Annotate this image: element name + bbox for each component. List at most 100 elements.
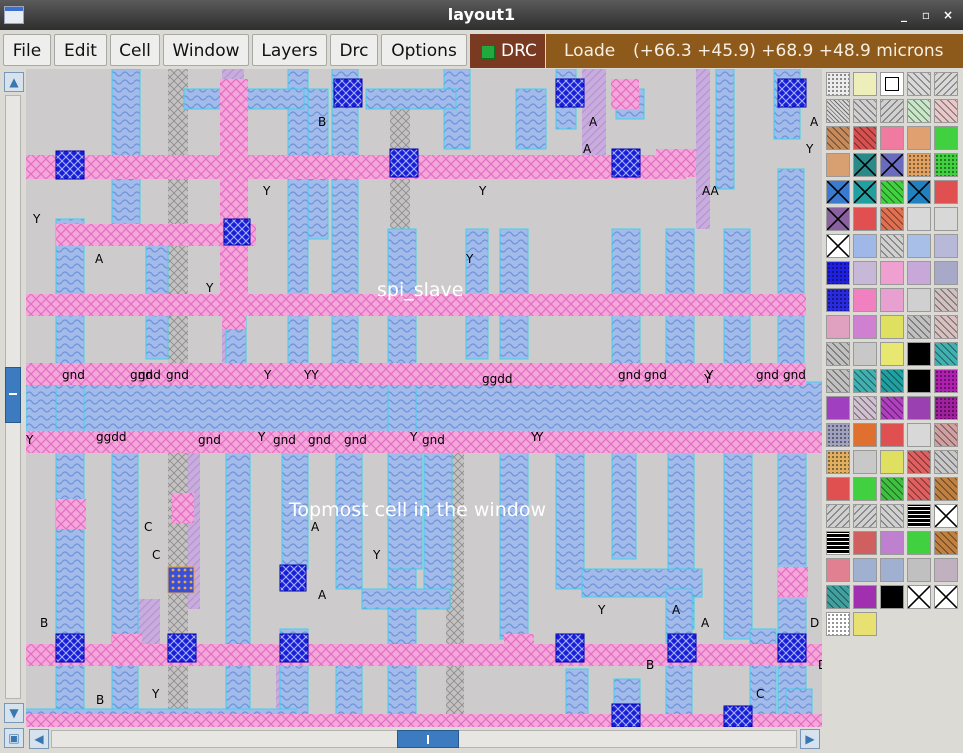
right-arrow-icon[interactable]: ▶ bbox=[800, 729, 820, 749]
layer-swatch[interactable] bbox=[826, 180, 850, 204]
layer-swatch[interactable] bbox=[934, 153, 958, 177]
layer-swatch[interactable] bbox=[880, 72, 904, 96]
layer-swatch[interactable] bbox=[880, 126, 904, 150]
layer-swatch[interactable] bbox=[907, 153, 931, 177]
layer-swatch[interactable] bbox=[934, 423, 958, 447]
layer-swatch[interactable] bbox=[907, 288, 931, 312]
layer-swatch[interactable] bbox=[934, 72, 958, 96]
layer-swatch[interactable] bbox=[880, 315, 904, 339]
layer-swatch[interactable] bbox=[853, 72, 877, 96]
layer-swatch[interactable] bbox=[934, 342, 958, 366]
layer-swatch[interactable] bbox=[907, 99, 931, 123]
layer-swatch[interactable] bbox=[934, 585, 958, 609]
layer-swatch[interactable] bbox=[826, 369, 850, 393]
layer-swatch[interactable] bbox=[880, 369, 904, 393]
layer-swatch[interactable] bbox=[880, 153, 904, 177]
menu-layers[interactable]: Layers bbox=[252, 34, 327, 66]
layer-swatch[interactable] bbox=[853, 612, 877, 636]
layer-swatch[interactable] bbox=[826, 99, 850, 123]
horizontal-scrollbar[interactable]: ◀ ▶ bbox=[26, 727, 822, 753]
layer-swatch[interactable] bbox=[853, 153, 877, 177]
layer-swatch[interactable] bbox=[826, 585, 850, 609]
down-arrow-icon[interactable]: ▼ bbox=[4, 703, 24, 723]
layer-swatch[interactable] bbox=[907, 531, 931, 555]
layer-swatch[interactable] bbox=[907, 450, 931, 474]
layer-swatch[interactable] bbox=[934, 207, 958, 231]
layer-swatch[interactable] bbox=[880, 558, 904, 582]
layer-swatch[interactable] bbox=[907, 396, 931, 420]
menu-window[interactable]: Window bbox=[163, 34, 249, 66]
layer-swatch[interactable] bbox=[907, 369, 931, 393]
drc-indicator[interactable]: DRC bbox=[470, 34, 545, 68]
layer-swatch[interactable] bbox=[934, 315, 958, 339]
layer-swatch[interactable] bbox=[934, 369, 958, 393]
menu-options[interactable]: Options bbox=[381, 34, 467, 66]
close-button[interactable]: × bbox=[939, 6, 957, 24]
layer-swatch[interactable] bbox=[880, 288, 904, 312]
layer-swatch[interactable] bbox=[826, 612, 850, 636]
layer-swatch[interactable] bbox=[853, 369, 877, 393]
layer-swatch[interactable] bbox=[826, 423, 850, 447]
layer-swatch[interactable] bbox=[907, 558, 931, 582]
layer-swatch[interactable] bbox=[880, 585, 904, 609]
layer-swatch[interactable] bbox=[853, 450, 877, 474]
layer-swatch[interactable] bbox=[907, 126, 931, 150]
layer-swatch[interactable] bbox=[934, 558, 958, 582]
layer-swatch[interactable] bbox=[853, 423, 877, 447]
layer-swatch[interactable] bbox=[826, 72, 850, 96]
layer-swatch[interactable] bbox=[826, 342, 850, 366]
layer-swatch[interactable] bbox=[853, 558, 877, 582]
layer-swatch[interactable] bbox=[880, 180, 904, 204]
layer-swatch[interactable] bbox=[826, 315, 850, 339]
layer-swatch[interactable] bbox=[853, 261, 877, 285]
layer-swatch[interactable] bbox=[880, 207, 904, 231]
layer-swatch[interactable] bbox=[880, 342, 904, 366]
layer-swatch[interactable] bbox=[907, 207, 931, 231]
layer-swatch[interactable] bbox=[853, 342, 877, 366]
menu-file[interactable]: File bbox=[3, 34, 51, 66]
layer-swatch[interactable] bbox=[934, 477, 958, 501]
layer-swatch[interactable] bbox=[907, 423, 931, 447]
layer-swatch[interactable] bbox=[826, 288, 850, 312]
layer-swatch[interactable] bbox=[934, 396, 958, 420]
layer-swatch[interactable] bbox=[853, 477, 877, 501]
layer-swatch[interactable] bbox=[907, 342, 931, 366]
layer-swatch[interactable] bbox=[826, 207, 850, 231]
layer-swatch[interactable] bbox=[934, 126, 958, 150]
layer-swatch[interactable] bbox=[907, 315, 931, 339]
layer-swatch[interactable] bbox=[880, 477, 904, 501]
layer-swatch[interactable] bbox=[934, 450, 958, 474]
layer-swatch[interactable] bbox=[853, 180, 877, 204]
layer-swatch[interactable] bbox=[826, 477, 850, 501]
layer-swatch[interactable] bbox=[826, 261, 850, 285]
layer-swatch[interactable] bbox=[880, 423, 904, 447]
layer-swatch[interactable] bbox=[826, 153, 850, 177]
layer-swatch[interactable] bbox=[934, 180, 958, 204]
layer-swatch[interactable] bbox=[907, 261, 931, 285]
layer-swatch[interactable] bbox=[826, 450, 850, 474]
layer-swatch[interactable] bbox=[907, 180, 931, 204]
layer-swatch[interactable] bbox=[880, 99, 904, 123]
layer-swatch[interactable] bbox=[853, 126, 877, 150]
layer-swatch[interactable] bbox=[934, 261, 958, 285]
layer-swatch[interactable] bbox=[853, 99, 877, 123]
layer-swatch[interactable] bbox=[826, 126, 850, 150]
zoom-box-icon[interactable]: ▣ bbox=[4, 728, 24, 748]
up-arrow-icon[interactable]: ▲ bbox=[4, 72, 24, 92]
horizontal-scroll-thumb[interactable] bbox=[397, 730, 459, 748]
layer-swatch[interactable] bbox=[826, 396, 850, 420]
layer-swatch[interactable] bbox=[826, 558, 850, 582]
menu-edit[interactable]: Edit bbox=[54, 34, 107, 66]
layer-swatch[interactable] bbox=[934, 234, 958, 258]
layout-canvas[interactable]: B A A A Y Y Y AA Y A Y Ygnd gnd gnd gnd gnd gnd gnd gnd gnd… bbox=[26, 69, 822, 727]
layer-swatch[interactable] bbox=[880, 234, 904, 258]
layer-swatch[interactable] bbox=[880, 531, 904, 555]
vertical-scrollbar[interactable]: ▲ ▼ ▣ bbox=[0, 69, 26, 748]
layer-swatch[interactable] bbox=[853, 396, 877, 420]
layer-swatch[interactable] bbox=[880, 261, 904, 285]
minimize-button[interactable]: _ bbox=[895, 6, 913, 24]
layer-swatch[interactable] bbox=[907, 72, 931, 96]
layer-swatch[interactable] bbox=[934, 531, 958, 555]
layer-swatch[interactable] bbox=[853, 207, 877, 231]
layer-swatch[interactable] bbox=[826, 531, 850, 555]
